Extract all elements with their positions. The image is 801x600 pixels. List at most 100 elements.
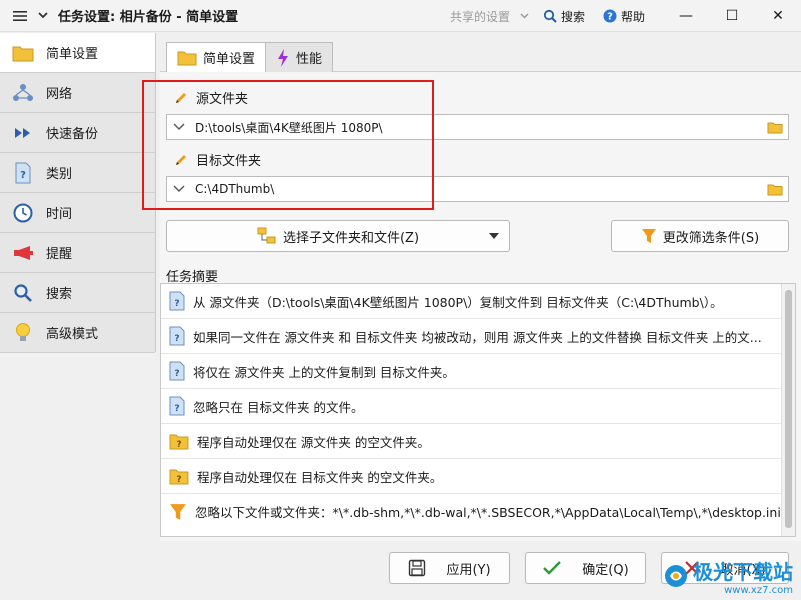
svg-text:?: ? bbox=[176, 439, 181, 449]
sidebar-item-label: 搜索 bbox=[46, 287, 73, 302]
tab-performance[interactable]: 性能 bbox=[265, 42, 334, 72]
chevron-down-icon bbox=[520, 13, 529, 19]
sidebar-item-label: 网络 bbox=[46, 87, 73, 102]
folder-icon bbox=[177, 51, 197, 65]
vertical-scrollbar[interactable] bbox=[781, 284, 795, 536]
list-item: ? 程序自动处理仅在 目标文件夹 的空文件夹。 bbox=[161, 459, 795, 494]
sidebar-item-simple-settings[interactable]: 简单设置 bbox=[0, 33, 155, 73]
search-button[interactable]: 搜索 bbox=[543, 8, 585, 25]
list-item: ? 忽略只在 目标文件夹 的文件。 bbox=[161, 389, 795, 424]
checkmark-icon bbox=[543, 561, 562, 575]
sidebar-item-time[interactable]: 时间 bbox=[0, 193, 155, 233]
target-folder-label: 目标文件夹 bbox=[174, 150, 261, 169]
source-folder-label: 源文件夹 bbox=[174, 88, 248, 107]
sidebar-item-network[interactable]: 网络 bbox=[0, 73, 155, 113]
help-label: 帮助 bbox=[620, 9, 645, 24]
apply-button[interactable]: 应用(Y) bbox=[389, 552, 510, 584]
save-icon bbox=[409, 559, 426, 577]
lightning-icon bbox=[278, 48, 289, 67]
target-path-value: C:\4DThumb\ bbox=[195, 182, 275, 196]
browse-folder-icon[interactable] bbox=[762, 177, 788, 201]
lightbulb-icon bbox=[12, 322, 34, 344]
sidebar-item-category[interactable]: ? 类别 bbox=[0, 153, 155, 193]
folder-tree-icon bbox=[257, 227, 276, 244]
sidebar-item-advanced-mode[interactable]: 高级模式 bbox=[0, 313, 155, 353]
help-button[interactable]: ? 帮助 bbox=[603, 8, 645, 25]
list-item: ? 将仅在 源文件夹 上的文件复制到 目标文件夹。 bbox=[161, 354, 795, 389]
tab-bar: 简单设置 性能 bbox=[166, 42, 334, 72]
window-title: 任务设置: 相片备份 - 简单设置 bbox=[58, 10, 239, 25]
megaphone-icon bbox=[12, 242, 34, 264]
summary-text: 程序自动处理仅在 目标文件夹 的空文件夹。 bbox=[196, 469, 443, 485]
list-item: ? 如果同一文件在 源文件夹 和 目标文件夹 均被改动，则用 源文件夹 上的文件… bbox=[161, 319, 795, 354]
svg-text:?: ? bbox=[174, 369, 179, 379]
document-question-icon: ? bbox=[169, 291, 185, 311]
help-icon: ? bbox=[603, 9, 617, 23]
shared-settings-dropdown[interactable]: 共享的设置 bbox=[450, 8, 529, 25]
tab-label: 性能 bbox=[296, 52, 323, 67]
document-question-icon: ? bbox=[169, 326, 185, 346]
close-icon: ✕ bbox=[772, 8, 784, 24]
title-bar: 任务设置: 相片备份 - 简单设置 共享的设置 搜索 ? 帮助 — ☐ ✕ bbox=[0, 0, 801, 32]
document-question-icon: ? bbox=[12, 162, 34, 184]
sidebar-item-label: 类别 bbox=[46, 167, 73, 182]
maximize-button[interactable]: ☐ bbox=[709, 0, 755, 32]
maximize-icon: ☐ bbox=[725, 8, 739, 24]
document-question-icon: ? bbox=[169, 396, 185, 416]
select-subfolders-button[interactable]: 选择子文件夹和文件(Z) bbox=[166, 220, 510, 252]
summary-text: 将仅在 源文件夹 上的文件复制到 目标文件夹。 bbox=[193, 364, 455, 380]
sidebar-item-label: 高级模式 bbox=[46, 327, 99, 342]
target-path-input[interactable]: C:\4DThumb\ bbox=[166, 176, 789, 202]
folder-question-icon: ? bbox=[169, 434, 189, 449]
chevron-down-icon[interactable] bbox=[167, 177, 191, 201]
chevron-down-icon[interactable] bbox=[34, 0, 52, 32]
summary-text: 忽略以下文件或文件夹：*\*.db-shm,*\*.db-wal,*\*.SBS… bbox=[195, 505, 795, 520]
sidebar-item-quick-backup[interactable]: 快速备份 bbox=[0, 113, 155, 153]
svg-text:?: ? bbox=[174, 404, 179, 414]
summary-text: 忽略只在 目标文件夹 的文件。 bbox=[193, 399, 364, 415]
svg-text:?: ? bbox=[174, 299, 179, 309]
summary-text: 如果同一文件在 源文件夹 和 目标文件夹 均被改动，则用 源文件夹 上的文件替换… bbox=[193, 329, 762, 345]
source-path-input[interactable]: D:\tools\桌面\4K壁纸图片 1080P\ bbox=[166, 114, 789, 140]
search-icon bbox=[543, 9, 557, 23]
filter-icon bbox=[641, 229, 656, 243]
sidebar-item-label: 快速备份 bbox=[46, 127, 99, 142]
watermark-brand: 极光下载站 bbox=[693, 560, 793, 584]
svg-text:?: ? bbox=[20, 170, 26, 181]
network-icon bbox=[12, 82, 34, 104]
browse-folder-icon[interactable] bbox=[762, 115, 788, 139]
chevron-down-icon[interactable] bbox=[167, 115, 191, 139]
hamburger-menu-icon[interactable] bbox=[6, 0, 34, 32]
sidebar-item-reminder[interactable]: 提醒 bbox=[0, 233, 155, 273]
scrollbar-thumb[interactable] bbox=[785, 290, 792, 528]
document-question-icon: ? bbox=[169, 361, 185, 381]
ok-label: 确定(Q) bbox=[582, 562, 629, 578]
ok-button[interactable]: 确定(Q) bbox=[525, 552, 646, 584]
target-folder-label-text: 目标文件夹 bbox=[196, 154, 262, 169]
source-folder-label-text: 源文件夹 bbox=[196, 92, 249, 107]
clock-icon bbox=[12, 202, 34, 224]
minimize-icon: — bbox=[679, 8, 693, 24]
filter-icon bbox=[170, 503, 186, 520]
watermark-url: www.xz7.com bbox=[724, 585, 793, 596]
shared-settings-label: 共享的设置 bbox=[449, 9, 510, 24]
sidebar-item-label: 时间 bbox=[46, 207, 73, 222]
fast-forward-icon bbox=[12, 122, 34, 144]
minimize-button[interactable]: — bbox=[663, 0, 709, 32]
dropdown-arrow-icon bbox=[489, 233, 499, 239]
folder-icon bbox=[12, 42, 34, 64]
close-button[interactable]: ✕ bbox=[755, 0, 801, 32]
sidebar-item-label: 简单设置 bbox=[46, 47, 99, 62]
svg-text:?: ? bbox=[176, 474, 181, 484]
tab-label: 简单设置 bbox=[203, 52, 256, 67]
list-item: ? 程序自动处理仅在 源文件夹 的空文件夹。 bbox=[161, 424, 795, 459]
svg-text:?: ? bbox=[607, 12, 613, 23]
sidebar-item-search[interactable]: 搜索 bbox=[0, 273, 155, 313]
list-item: ? 从 源文件夹（D:\tools\桌面\4K壁纸图片 1080P\）复制文件到… bbox=[161, 284, 795, 319]
watermark: 极光下载站 www.xz7.com bbox=[663, 556, 793, 596]
tab-simple-settings[interactable]: 简单设置 bbox=[166, 42, 267, 72]
change-filter-button[interactable]: 更改筛选条件(S) bbox=[611, 220, 789, 252]
apply-label: 应用(Y) bbox=[446, 562, 491, 578]
source-path-value: D:\tools\桌面\4K壁纸图片 1080P\ bbox=[195, 120, 383, 135]
pencil-icon bbox=[176, 92, 186, 103]
